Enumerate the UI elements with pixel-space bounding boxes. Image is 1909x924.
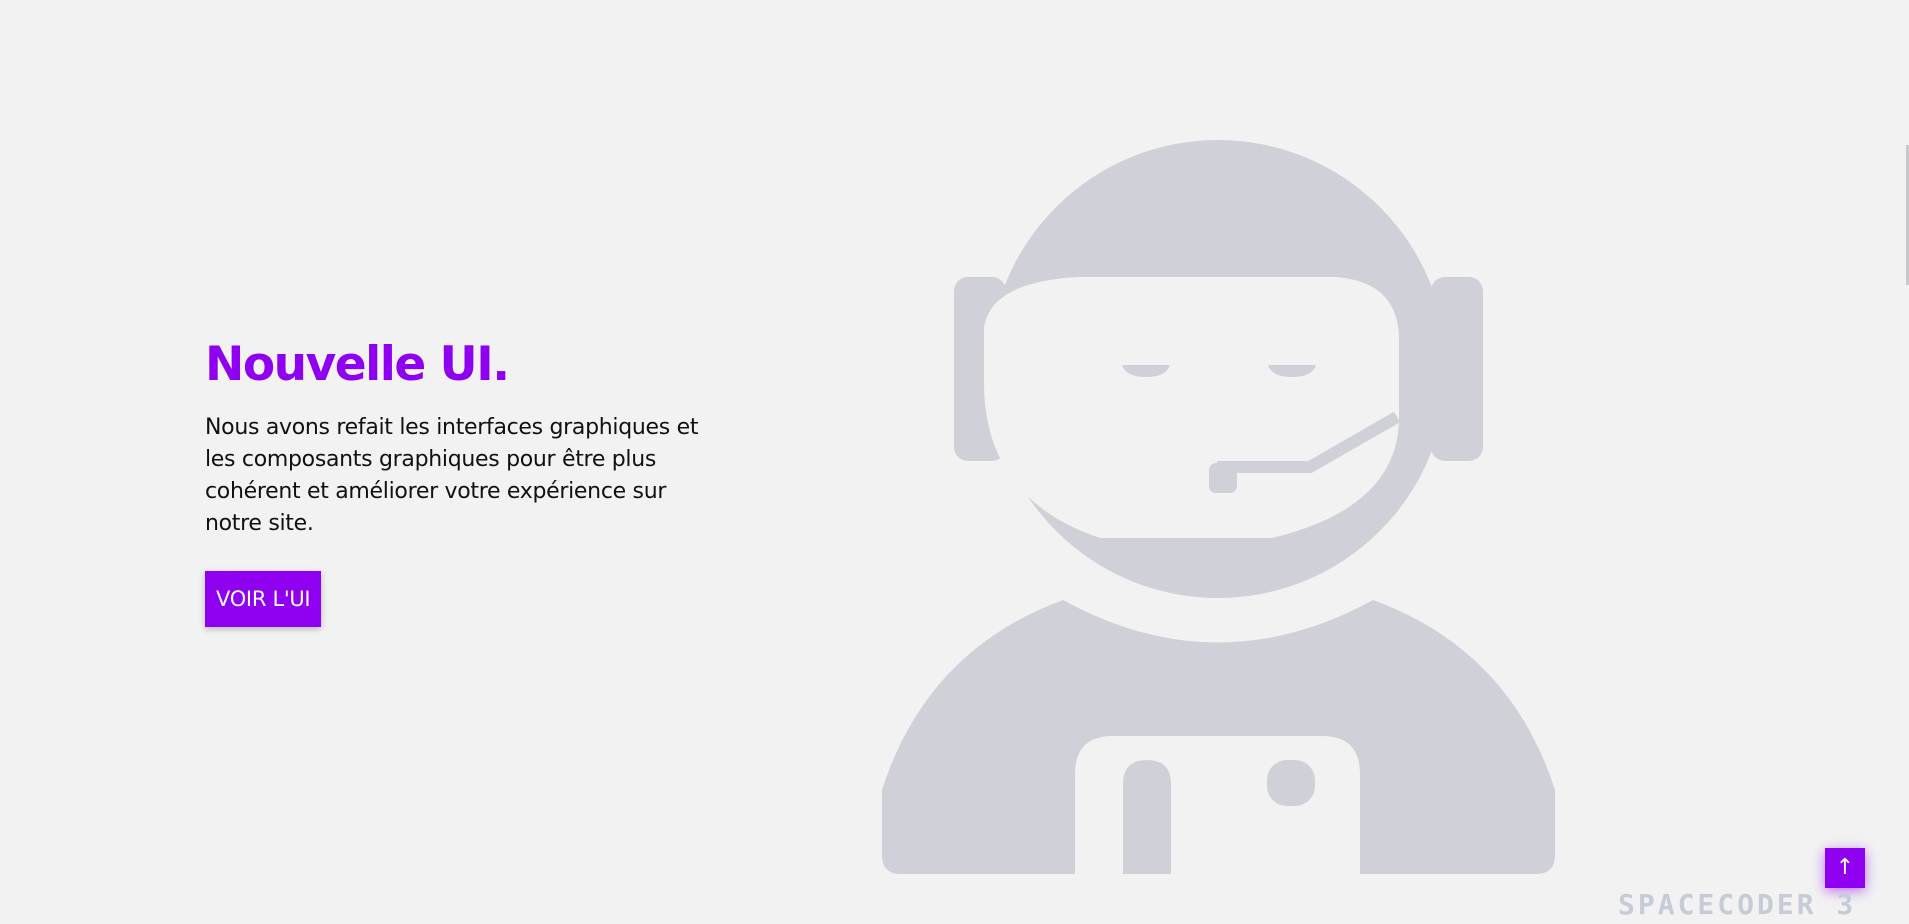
hero-title: Nouvelle UI. xyxy=(205,337,510,392)
hero-section: Nouvelle UI. Nous avons refait les inter… xyxy=(205,335,725,627)
view-ui-button[interactable]: VOIR L'UI xyxy=(205,571,322,627)
scroll-to-top-button[interactable]: ↑ xyxy=(1825,848,1865,888)
astronaut-support-icon xyxy=(882,140,1555,874)
brand-watermark: SPACECODER 3 xyxy=(1618,888,1857,921)
hero-description: Nous avons refait les interfaces graphiq… xyxy=(205,415,699,536)
